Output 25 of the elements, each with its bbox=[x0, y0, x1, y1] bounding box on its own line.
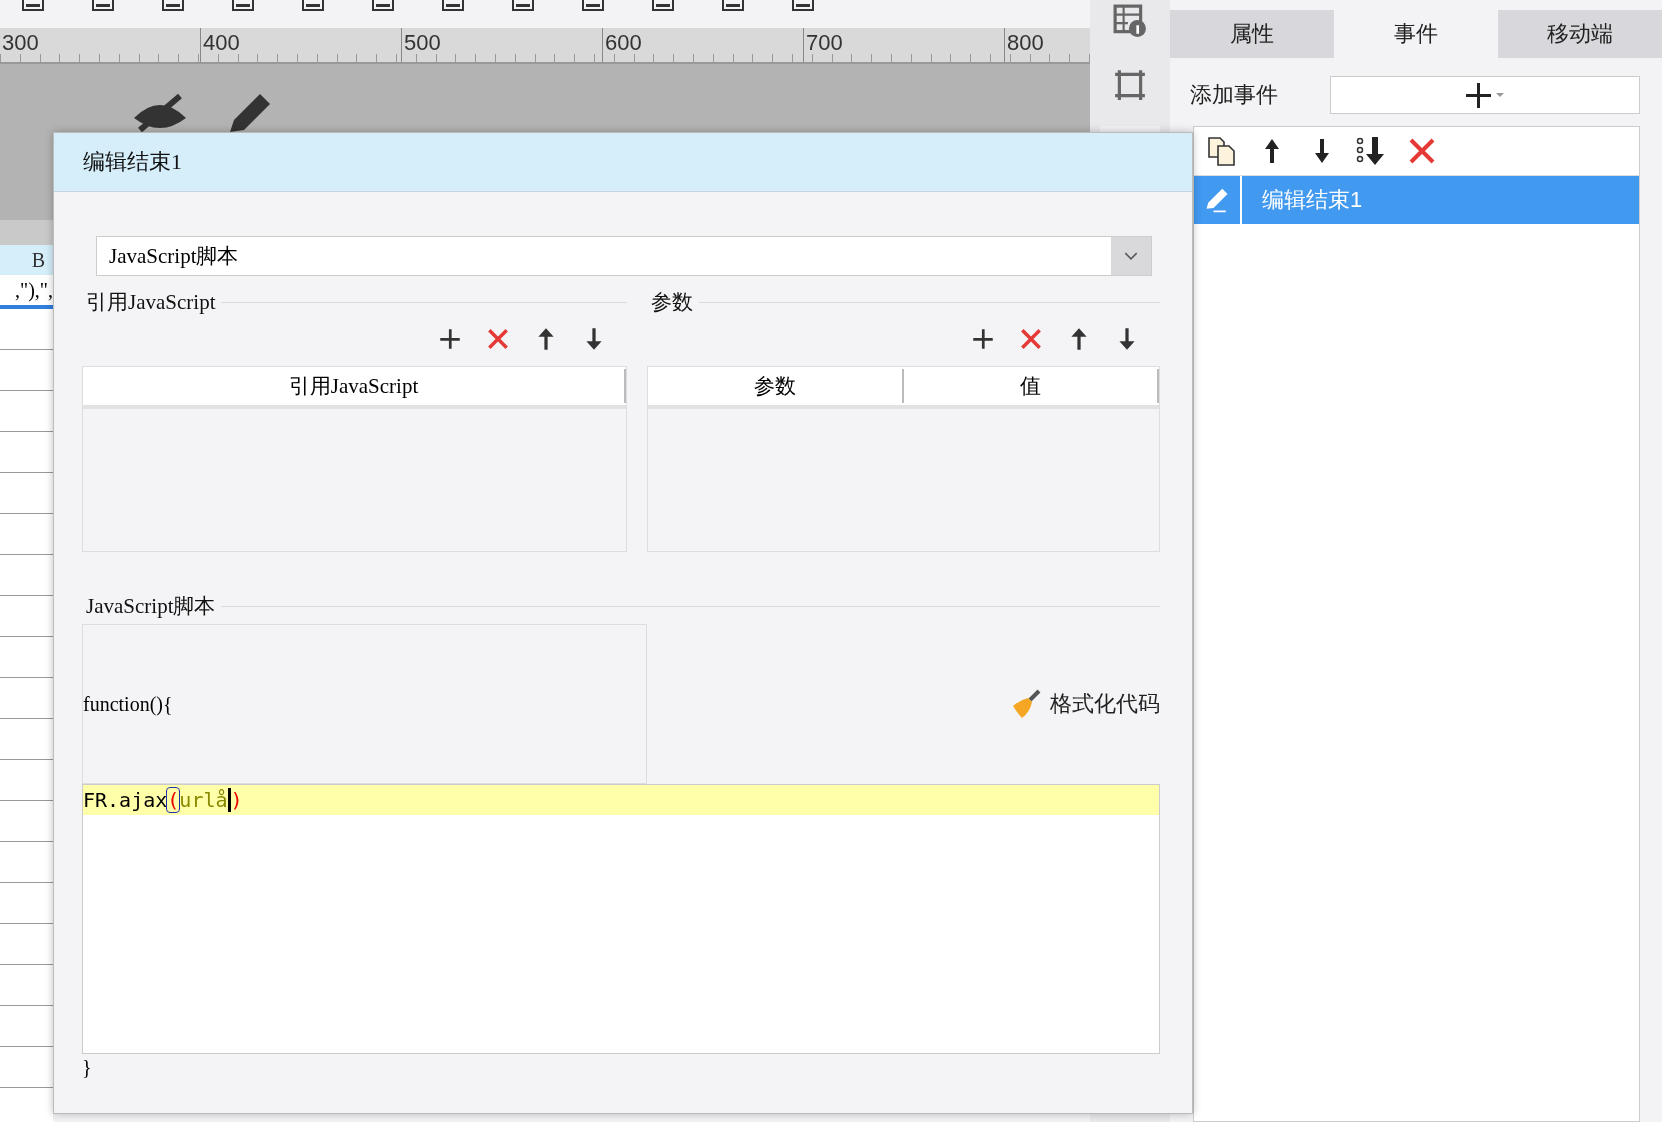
tab[interactable]: 移动端 bbox=[1498, 10, 1662, 58]
code-editor[interactable]: FR.ajax(urlå) bbox=[82, 784, 1160, 1054]
code-line: function(){ bbox=[83, 692, 173, 716]
type-dropdown[interactable]: JavaScript脚本 bbox=[96, 236, 1152, 276]
dialog-title: 编辑结束1 bbox=[54, 133, 1192, 192]
add-event-label: 添加事件 bbox=[1190, 81, 1279, 109]
code-line: } bbox=[82, 1056, 93, 1079]
column-header[interactable]: B bbox=[0, 245, 53, 275]
code-token: ) bbox=[230, 788, 243, 812]
code-token: ( bbox=[167, 788, 180, 812]
ruler-label: 300 bbox=[1, 29, 40, 57]
section-title: JavaScript脚本 bbox=[86, 593, 216, 620]
section-title: 参数 bbox=[651, 289, 693, 316]
ruler-label: 500 bbox=[401, 28, 602, 62]
column-header[interactable]: 参数 bbox=[648, 369, 904, 403]
tab[interactable]: 属性 bbox=[1170, 10, 1334, 58]
column-header[interactable]: 值 bbox=[903, 369, 1159, 403]
ruler-label: 400 bbox=[200, 28, 401, 62]
ruler-label: 600 bbox=[602, 28, 803, 62]
format-code-button[interactable]: 格式化代码 bbox=[1010, 688, 1160, 720]
section-title: 引用JavaScript bbox=[86, 289, 216, 316]
event-label: 编辑结束1 bbox=[1261, 186, 1363, 214]
code-token: FR.ajax bbox=[83, 788, 168, 812]
code-token: urlå bbox=[179, 788, 228, 812]
ruler-label: 700 bbox=[803, 28, 1004, 62]
